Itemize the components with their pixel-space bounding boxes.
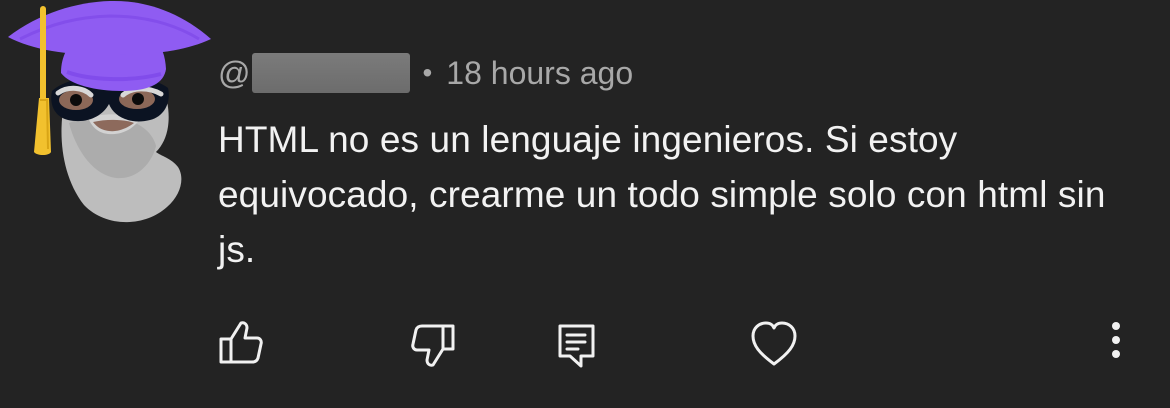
comment-icon <box>558 324 595 368</box>
comment-text: HTML no es un lenguaje ingenieros. Si es… <box>218 119 1106 270</box>
dislike-button[interactable] <box>406 318 460 372</box>
thumbs-up-icon <box>219 321 263 364</box>
reply-button[interactable] <box>550 318 604 372</box>
comment-card: @ • 18 hours ago HTML no es un lenguaje … <box>0 0 1170 408</box>
username-at-symbol: @ <box>218 54 251 91</box>
avatar[interactable] <box>0 0 220 235</box>
separator: • <box>422 57 433 88</box>
more-options-button[interactable] <box>1100 318 1132 368</box>
thumbs-down-icon <box>411 324 455 367</box>
more-vertical-icon <box>1112 322 1120 358</box>
redacted-username <box>252 53 411 93</box>
comment-header: @ • 18 hours ago <box>218 50 633 96</box>
heart-button[interactable] <box>748 318 800 370</box>
heart-icon <box>751 321 797 366</box>
like-button[interactable] <box>214 316 266 368</box>
timestamp: 18 hours ago <box>446 54 634 91</box>
